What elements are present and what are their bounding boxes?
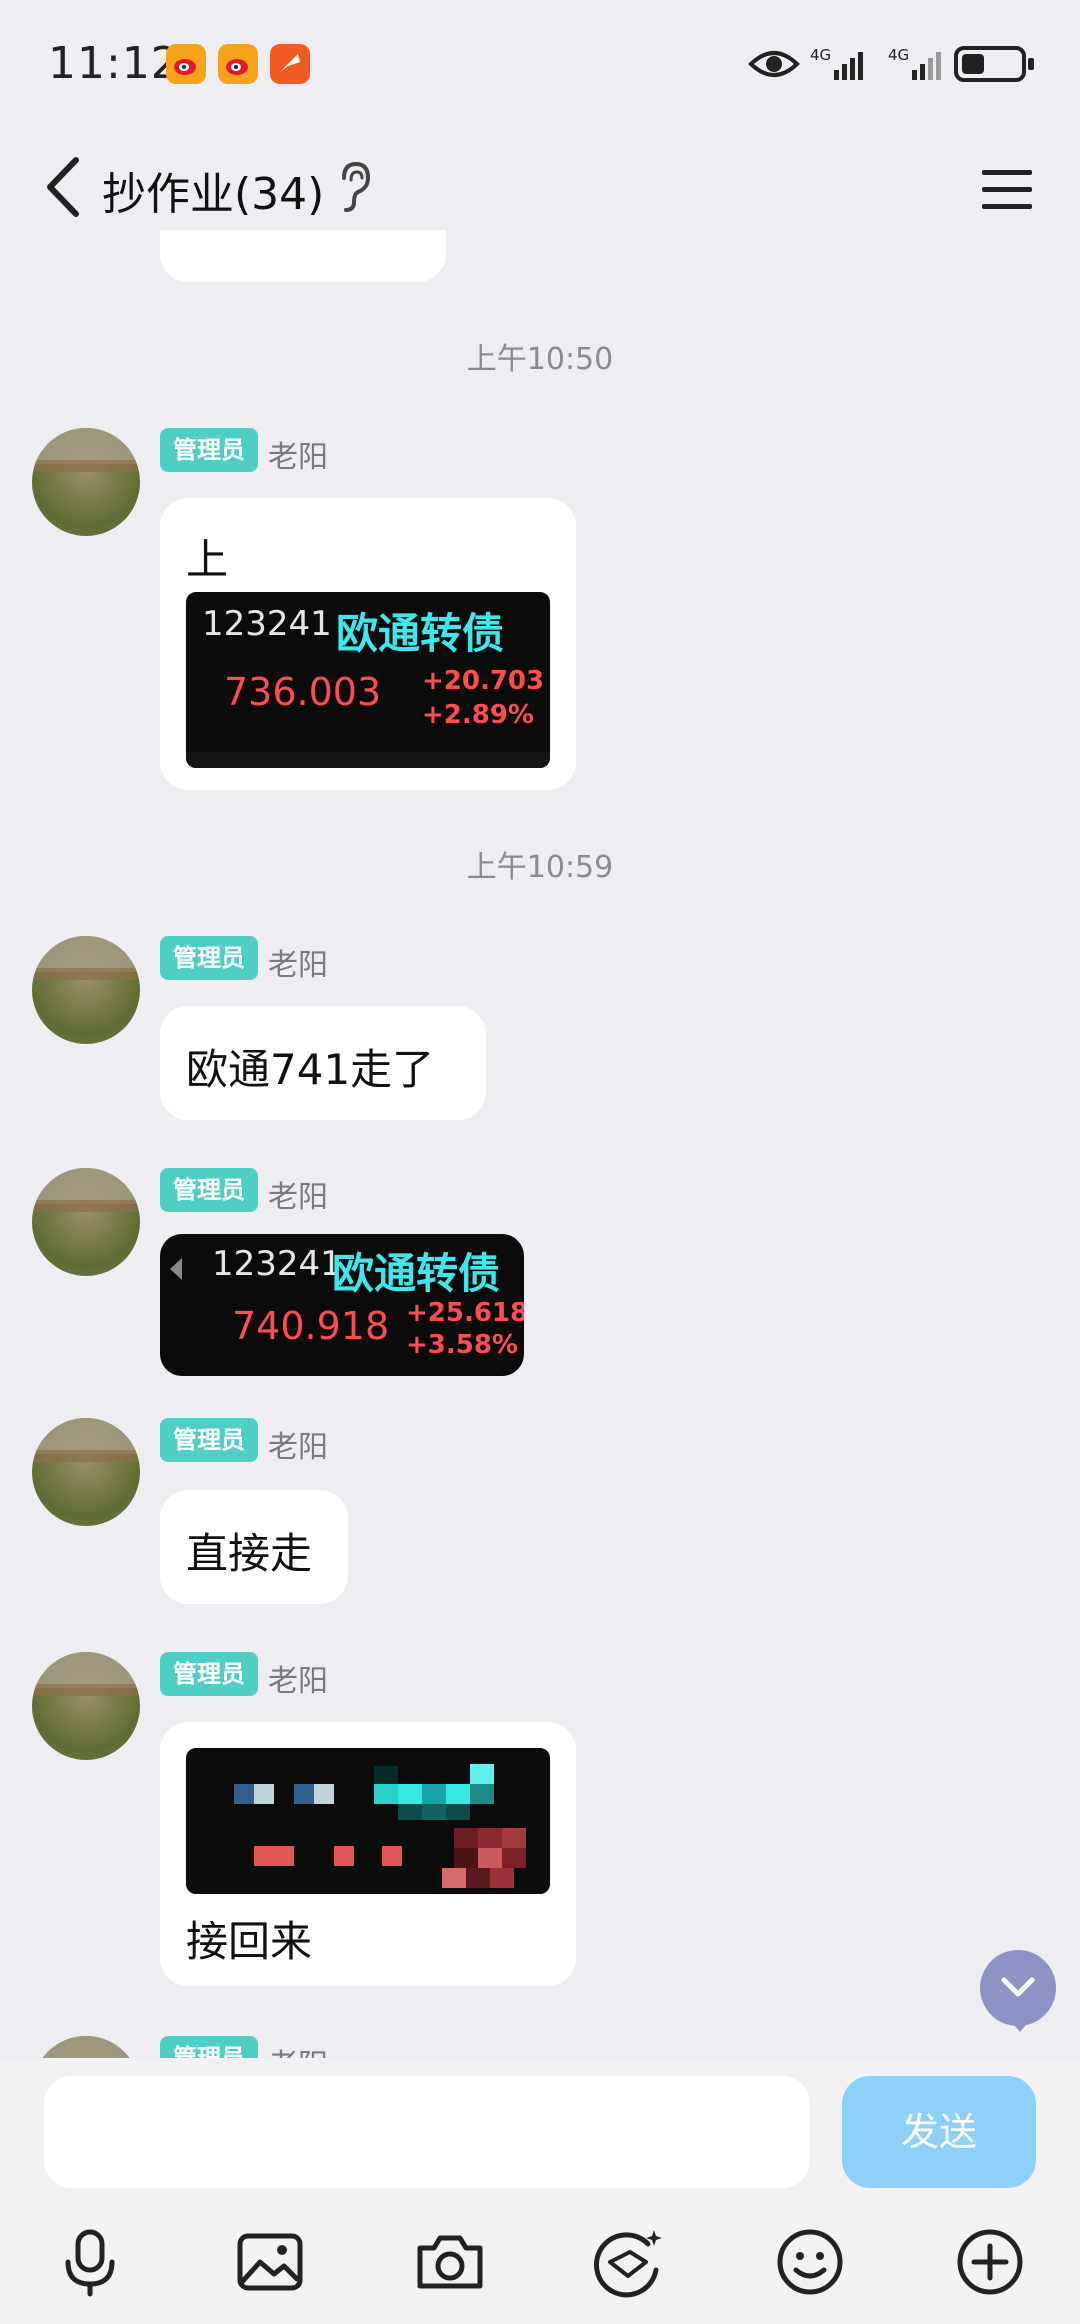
sender-name: 老阳: [268, 440, 328, 475]
svg-text:4G: 4G: [810, 46, 831, 64]
input-area: 发送: [0, 2058, 1080, 2324]
sender-name: 老阳: [268, 948, 328, 983]
battery-icon: [954, 46, 1034, 82]
message-bubble[interactable]: 接回来: [160, 1722, 576, 1986]
app-notification-icon: [270, 44, 310, 84]
timestamp: 上午10:59: [466, 850, 614, 885]
weibo-notification-icon: [166, 44, 206, 84]
ear-icon[interactable]: [334, 160, 374, 216]
message-text: 欧通741走了: [186, 1045, 435, 1094]
avatar[interactable]: [32, 936, 140, 1044]
stock-quote-image[interactable]: 123241 欧通转债 740.918 +25.618 +3.58%: [160, 1234, 524, 1376]
message-bubble[interactable]: [160, 230, 446, 282]
scroll-to-bottom-button[interactable]: [980, 1950, 1056, 2032]
mic-icon[interactable]: [50, 2222, 130, 2302]
quote-change: +25.618: [406, 1298, 524, 1328]
avatar[interactable]: [32, 1652, 140, 1760]
avatar[interactable]: [32, 428, 140, 536]
menu-icon[interactable]: [972, 154, 1042, 224]
admin-badge: 管理员: [160, 1652, 258, 1696]
quote-code: 123241: [202, 604, 332, 644]
admin-badge: 管理员: [160, 1168, 258, 1212]
admin-badge: 管理员: [160, 936, 258, 980]
quote-change: +20.703: [422, 666, 545, 696]
avatar[interactable]: [32, 1168, 140, 1276]
message-bubble[interactable]: 直接走: [160, 1490, 348, 1604]
quote-name: 欧通转债: [332, 1249, 501, 1298]
svg-text:4G: 4G: [888, 46, 909, 64]
send-button[interactable]: 发送: [842, 2076, 1036, 2188]
eye-comfort-icon: [748, 51, 800, 77]
stock-quote-image[interactable]: 123241 欧通转债 736.003 +20.703 +2.89%: [186, 592, 550, 768]
back-arrow-icon[interactable]: [36, 152, 96, 222]
message-bubble[interactable]: 欧通741走了: [160, 1006, 486, 1120]
sender-name: 老阳: [268, 1430, 328, 1465]
signal-icon: 4G: [886, 44, 956, 88]
status-bar: 11:12 4G 4G: [0, 0, 1080, 130]
quote-price: 740.918: [232, 1304, 390, 1348]
message-text: 直接走: [186, 1529, 313, 1578]
signal-icon: 4G: [808, 44, 878, 88]
emoji-icon[interactable]: [770, 2222, 850, 2302]
chevron-down-icon: [1001, 1977, 1035, 1997]
quote-price: 736.003: [224, 670, 382, 714]
image-icon[interactable]: [230, 2222, 310, 2302]
message-bubble[interactable]: 上 123241 欧通转债 736.003 +20.703 +2.89%: [160, 498, 576, 790]
admin-badge: 管理员: [160, 1418, 258, 1462]
pixelated-image[interactable]: [186, 1748, 550, 1894]
message-text: 上: [186, 535, 229, 584]
camera-icon[interactable]: [410, 2222, 490, 2302]
plus-icon[interactable]: [950, 2222, 1030, 2302]
sender-name: 老阳: [268, 1664, 328, 1699]
admin-badge: 管理员: [160, 428, 258, 472]
quote-code: 123241: [212, 1244, 342, 1284]
weibo-notification-icon: [218, 44, 258, 84]
message-text: 接回来: [186, 1917, 313, 1966]
status-time: 11:12: [48, 38, 180, 89]
quote-change-pct: +2.89%: [422, 700, 534, 730]
quote-change-pct: +3.58%: [406, 1330, 518, 1360]
sticker-icon[interactable]: [590, 2222, 670, 2302]
quote-name: 欧通转债: [336, 609, 505, 658]
sender-name: 老阳: [268, 1180, 328, 1215]
avatar[interactable]: [32, 1418, 140, 1526]
triangle-left-icon: [170, 1258, 182, 1280]
quote-footer: [186, 752, 550, 768]
message-input[interactable]: [44, 2076, 810, 2188]
timestamp: 上午10:50: [466, 342, 614, 377]
chat-title: 抄作业(34): [102, 169, 325, 220]
